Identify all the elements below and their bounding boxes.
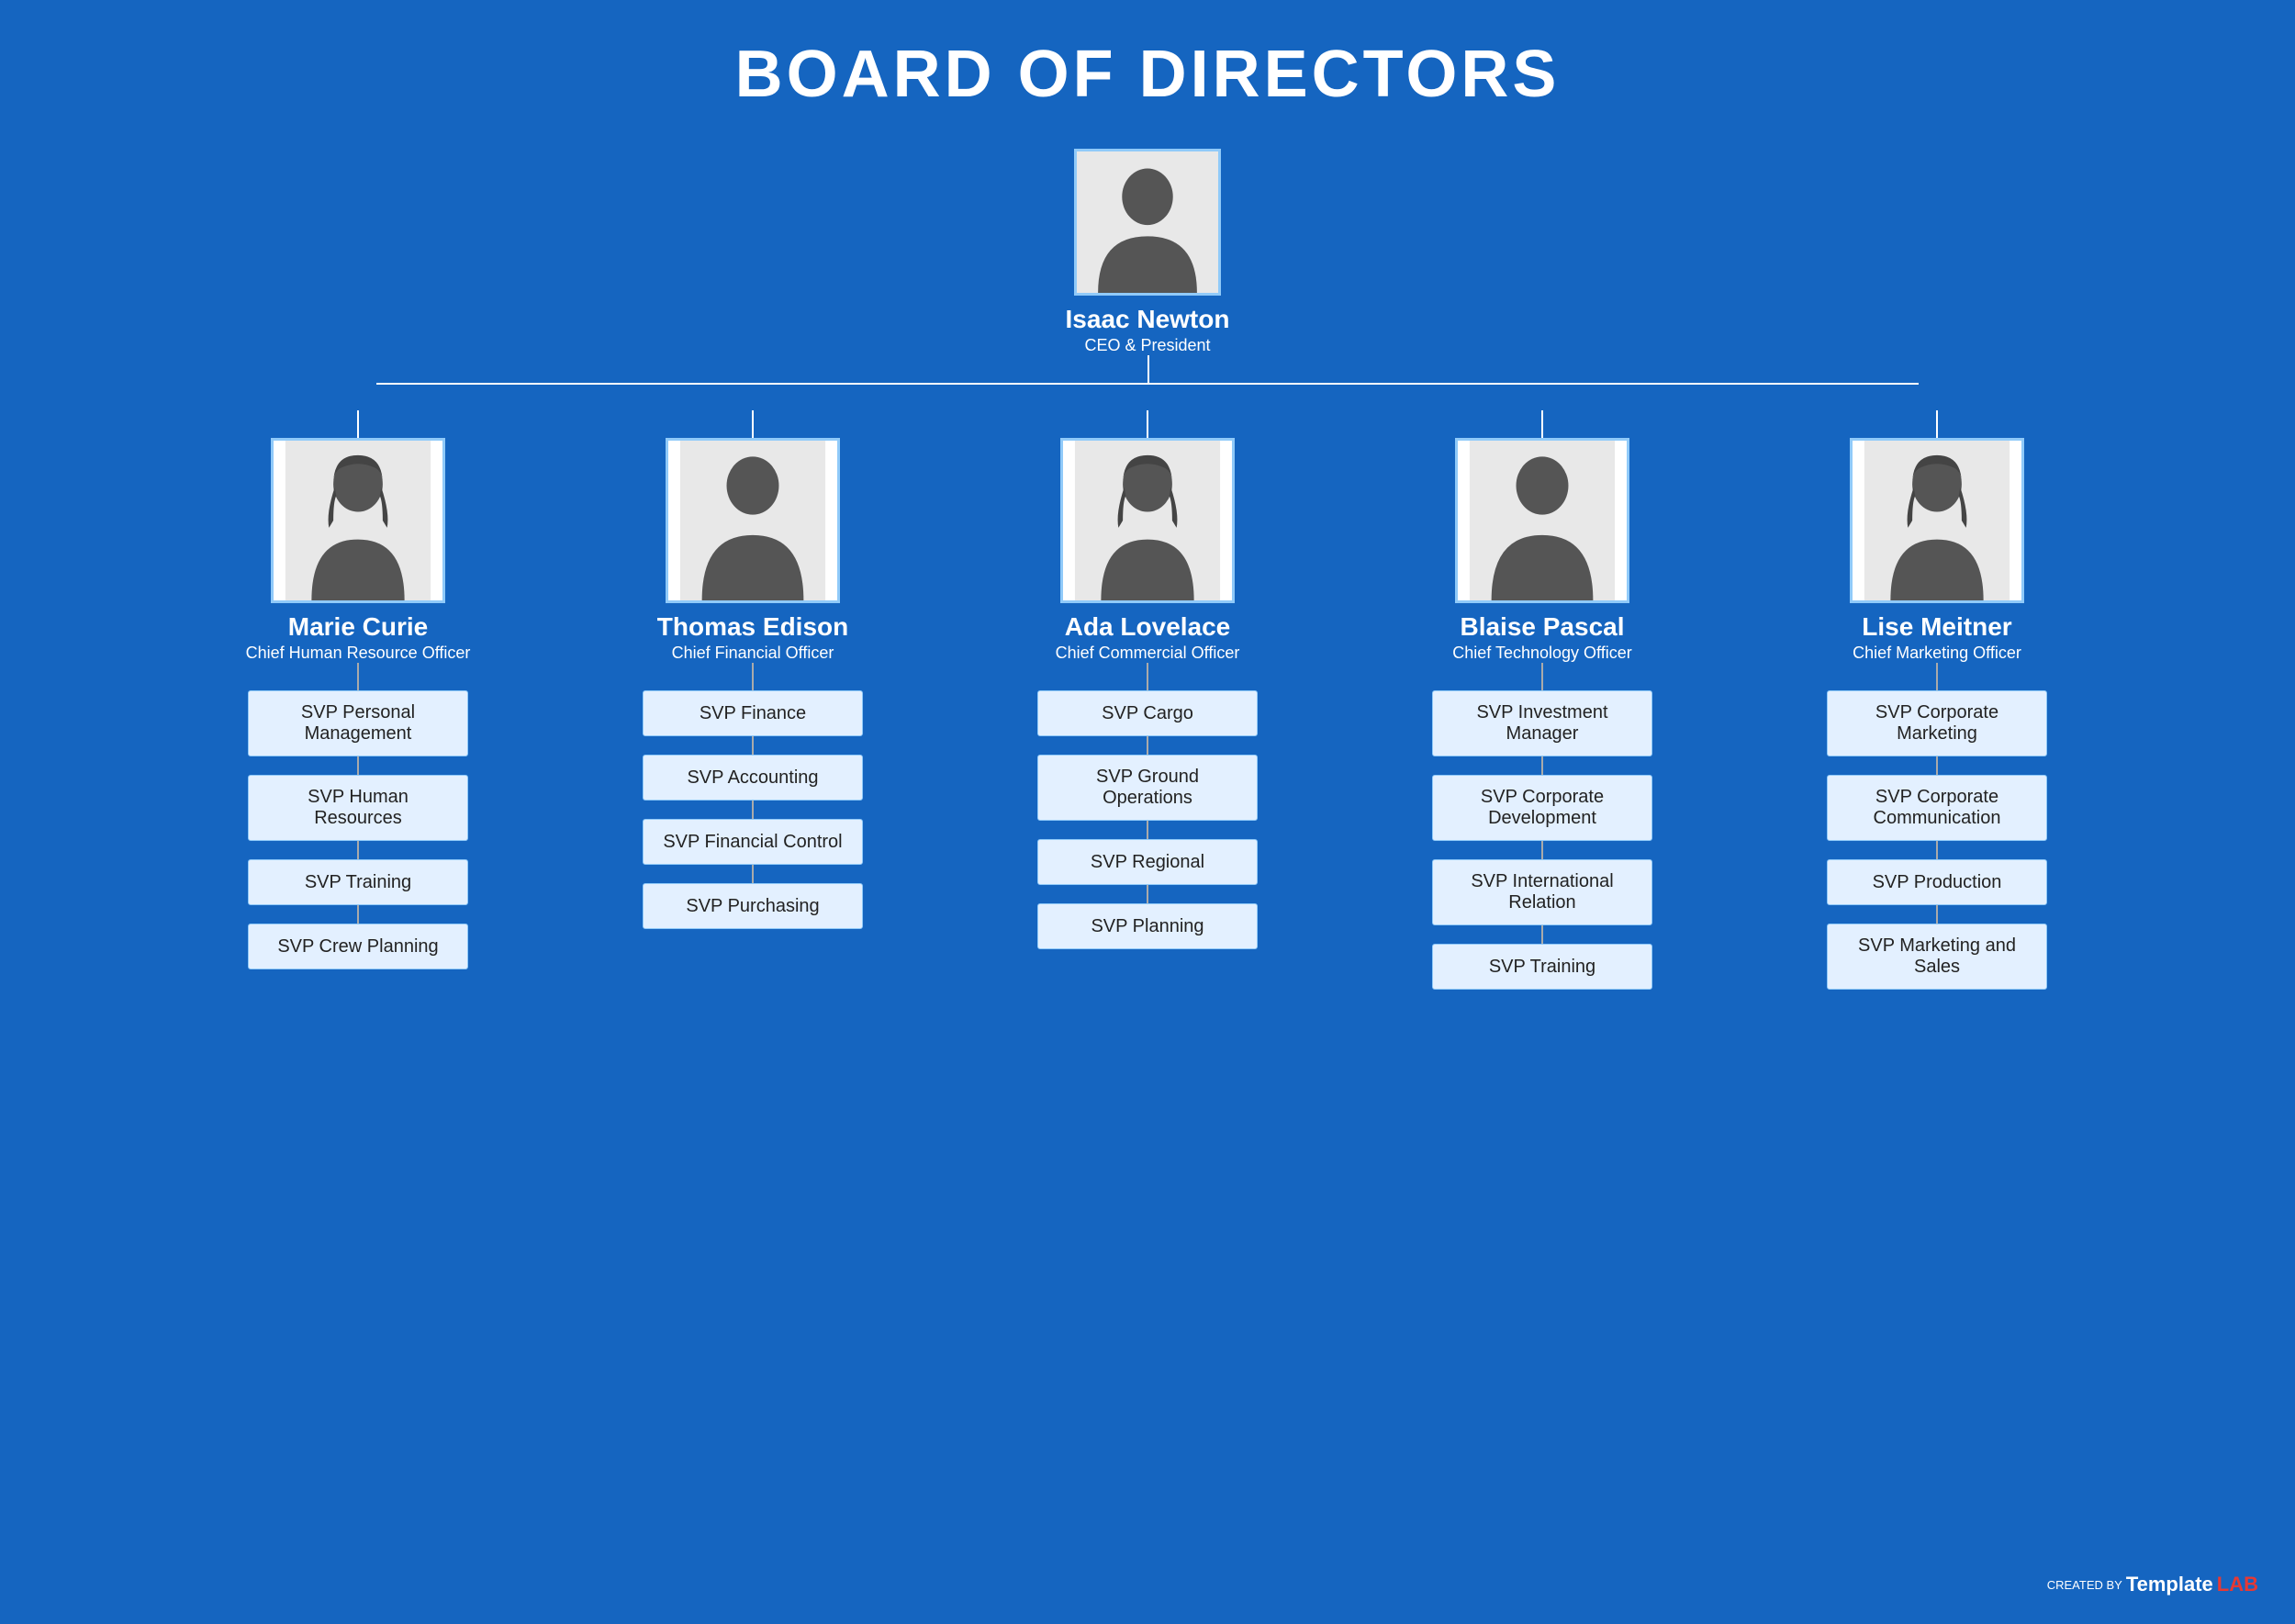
svp-box-0-2: SVP Training <box>248 859 468 905</box>
svp-box-2-2: SVP Regional <box>1037 839 1258 885</box>
director-avatar-2 <box>1060 438 1235 603</box>
page-title: BOARD OF DIRECTORS <box>735 37 1561 112</box>
director-col-0: Marie CurieChief Human Resource OfficerS… <box>184 438 532 969</box>
ceo-level: Isaac Newton CEO & President <box>1066 149 1230 355</box>
template-label: Template <box>2126 1573 2213 1596</box>
svp-box-0-3: SVP Crew Planning <box>248 924 468 969</box>
org-chart: Isaac Newton CEO & President <box>18 149 2277 990</box>
svp-box-1-3: SVP Purchasing <box>643 883 863 929</box>
svp-line-0-1 <box>357 841 359 859</box>
drops-row <box>184 410 2111 438</box>
svp-line-3-2 <box>1541 925 1543 944</box>
svp-line-0-0 <box>357 756 359 775</box>
director-name-4: Lise Meitner <box>1862 612 2011 642</box>
svp-line-1-0 <box>752 736 754 755</box>
director-avatar-3 <box>1455 438 1629 603</box>
svp-box-3-0: SVP Investment Manager <box>1432 690 1652 756</box>
drop-line-2 <box>752 410 754 438</box>
director-role-2: Chief Commercial Officer <box>1056 644 1240 663</box>
svp-init-line-3 <box>1541 663 1543 690</box>
svp-line-3-0 <box>1541 756 1543 775</box>
svp-box-4-2: SVP Production <box>1827 859 2047 905</box>
svp-line-4-2 <box>1936 905 1938 924</box>
director-card-2: Ada Lovelace Chief Commercial Officer <box>1056 438 1240 663</box>
svp-box-1-0: SVP Finance <box>643 690 863 736</box>
svp-box-4-1: SVP Corporate Communication <box>1827 775 2047 841</box>
svp-chain-2: SVP Cargo SVP Ground Operations SVP Region… <box>1037 663 1258 949</box>
svp-box-4-0: SVP Corporate Marketing <box>1827 690 2047 756</box>
svp-box-3-2: SVP International Relation <box>1432 859 1652 925</box>
svp-box-0-0: SVP Personal Management <box>248 690 468 756</box>
ceo-role: CEO & President <box>1084 336 1210 355</box>
lab-label: LAB <box>2217 1573 2258 1596</box>
director-role-0: Chief Human Resource Officer <box>246 644 471 663</box>
svp-init-line-4 <box>1936 663 1938 690</box>
drop-line-1 <box>357 410 359 438</box>
created-by-label: CREATED BY <box>2047 1578 2122 1592</box>
director-col-2: Ada LovelaceChief Commercial OfficerSVP … <box>973 438 1322 949</box>
director-name-1: Thomas Edison <box>657 612 848 642</box>
director-name-2: Ada Lovelace <box>1065 612 1231 642</box>
ceo-avatar <box>1074 149 1221 296</box>
svp-chain-3: SVP Investment Manager SVP Corporate Deve… <box>1432 663 1652 990</box>
svp-box-2-1: SVP Ground Operations <box>1037 755 1258 821</box>
watermark: CREATED BY Template LAB <box>2047 1573 2258 1596</box>
svp-line-2-2 <box>1147 885 1148 903</box>
ceo-name: Isaac Newton <box>1066 305 1230 334</box>
svp-box-4-3: SVP Marketing and Sales <box>1827 924 2047 990</box>
director-col-1: Thomas EdisonChief Financial OfficerSVP … <box>578 438 927 929</box>
director-role-1: Chief Financial Officer <box>672 644 834 663</box>
svp-line-2-0 <box>1147 736 1148 755</box>
director-name-0: Marie Curie <box>288 612 429 642</box>
director-name-3: Blaise Pascal <box>1460 612 1624 642</box>
ceo-card: Isaac Newton CEO & President <box>1066 149 1230 355</box>
director-avatar-0 <box>271 438 445 603</box>
directors-row: Marie CurieChief Human Resource OfficerS… <box>184 438 2111 990</box>
svp-chain-4: SVP Corporate Marketing SVP Corporate Com… <box>1827 663 2047 990</box>
svp-line-3-1 <box>1541 841 1543 859</box>
svp-line-2-1 <box>1147 821 1148 839</box>
svp-init-line-2 <box>1147 663 1148 690</box>
svp-line-0-2 <box>357 905 359 924</box>
svp-line-1-2 <box>752 865 754 883</box>
svp-line-4-1 <box>1936 841 1938 859</box>
director-card-4: Lise Meitner Chief Marketing Officer <box>1850 438 2024 663</box>
svp-chain-0: SVP Personal Management SVP Human Resourc… <box>248 663 468 969</box>
drop-line-5 <box>1936 410 1938 438</box>
director-card-1: Thomas Edison Chief Financial Officer <box>657 438 848 663</box>
director-role-3: Chief Technology Officer <box>1452 644 1631 663</box>
svp-box-0-1: SVP Human Resources <box>248 775 468 841</box>
director-avatar-4 <box>1850 438 2024 603</box>
svp-line-4-0 <box>1936 756 1938 775</box>
svp-box-2-0: SVP Cargo <box>1037 690 1258 736</box>
director-card-3: Blaise Pascal Chief Technology Officer <box>1452 438 1631 663</box>
director-role-4: Chief Marketing Officer <box>1853 644 2021 663</box>
svp-line-1-1 <box>752 801 754 819</box>
svp-box-2-3: SVP Planning <box>1037 903 1258 949</box>
svp-box-3-1: SVP Corporate Development <box>1432 775 1652 841</box>
svp-init-line-1 <box>752 663 754 690</box>
director-card-0: Marie Curie Chief Human Resource Officer <box>246 438 471 663</box>
director-col-3: Blaise PascalChief Technology OfficerSVP… <box>1368 438 1717 990</box>
svp-box-1-2: SVP Financial Control <box>643 819 863 865</box>
svp-box-1-1: SVP Accounting <box>643 755 863 801</box>
svp-box-3-3: SVP Training <box>1432 944 1652 990</box>
branch-connector <box>184 355 2111 410</box>
drop-line-3 <box>1147 410 1148 438</box>
svp-chain-1: SVP Finance SVP Accounting SVP Financial C… <box>643 663 863 929</box>
drop-line-4 <box>1541 410 1543 438</box>
director-avatar-1 <box>666 438 840 603</box>
svp-init-line-0 <box>357 663 359 690</box>
director-col-4: Lise MeitnerChief Marketing OfficerSVP C… <box>1763 438 2111 990</box>
